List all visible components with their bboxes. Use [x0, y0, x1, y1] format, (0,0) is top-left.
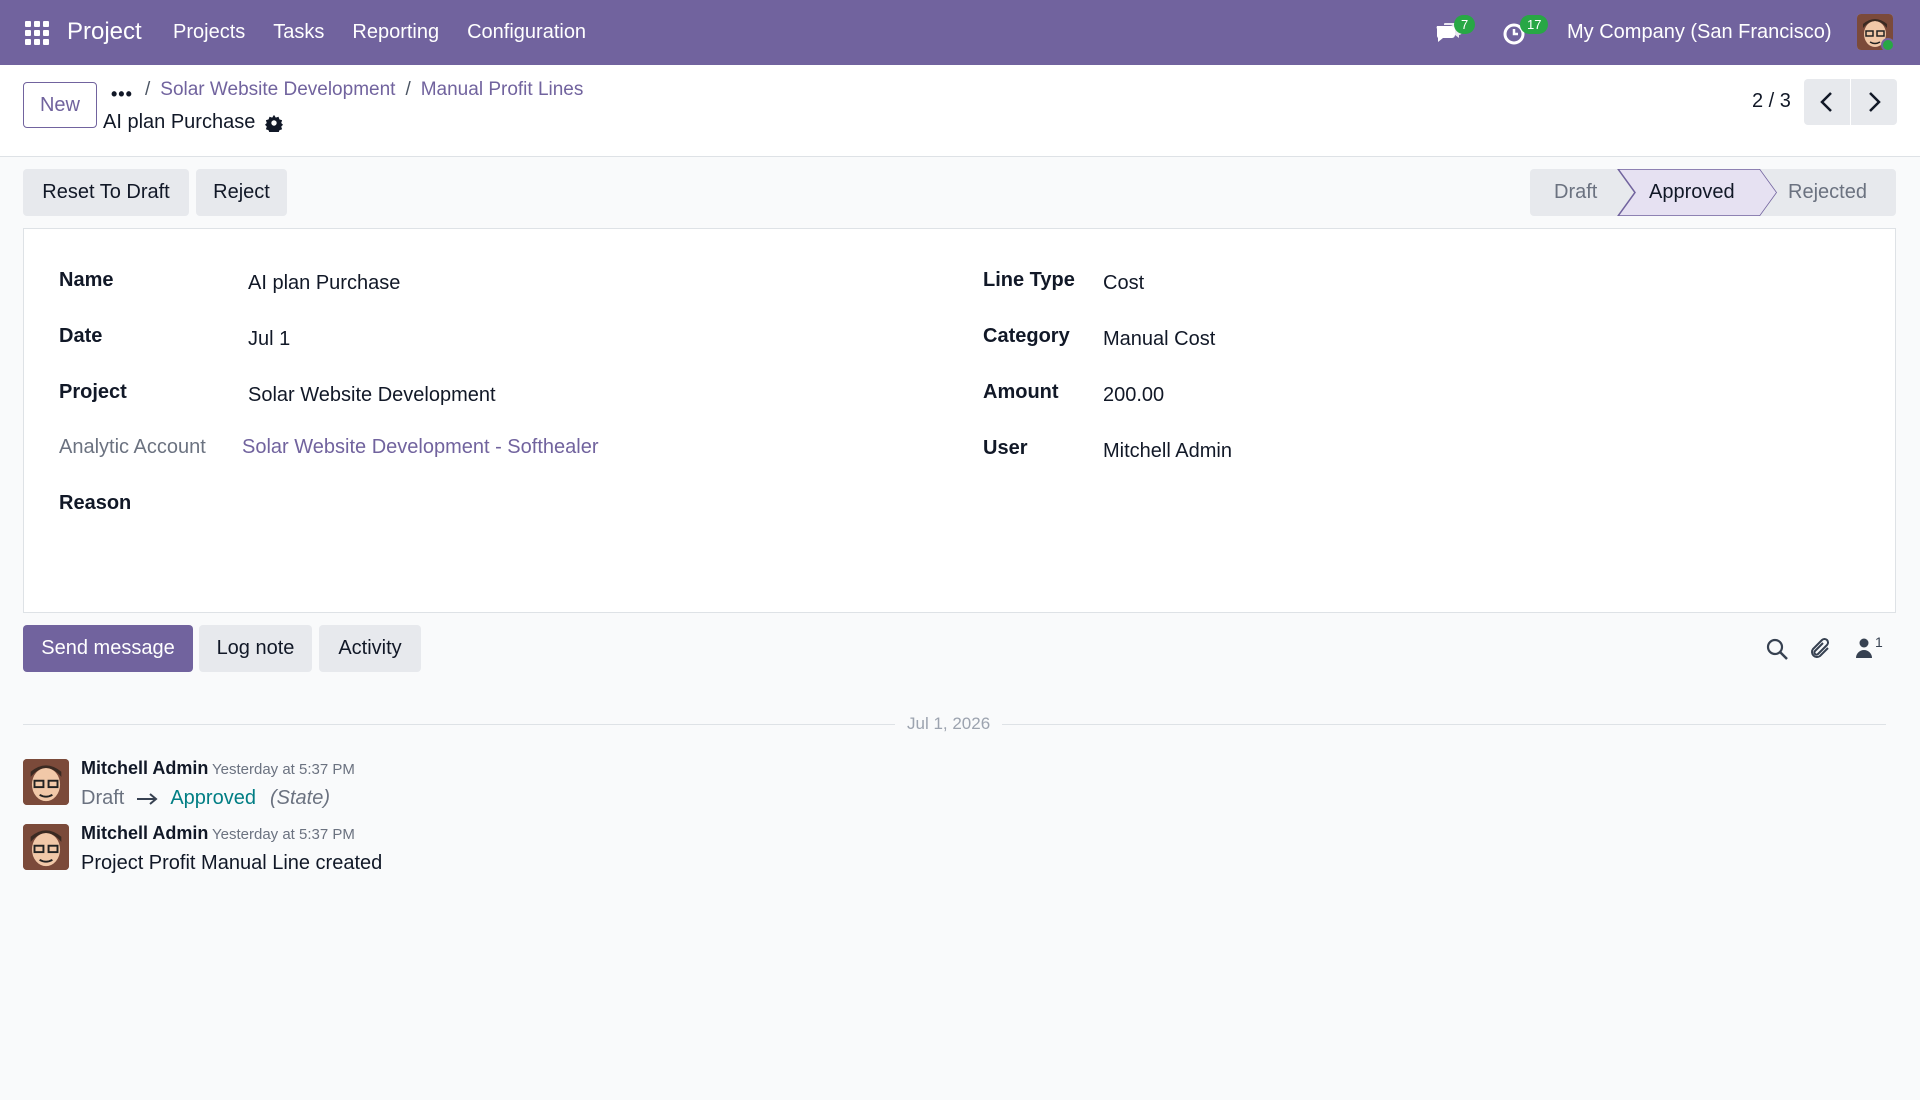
date-separator-label: Jul 1, 2026	[895, 714, 1003, 734]
menu-projects[interactable]: Projects	[173, 21, 245, 44]
date-field[interactable]: Jul 1	[248, 328, 290, 351]
control-panel: New ••• / Solar Website Development / Ma…	[0, 65, 1920, 157]
message-timestamp: Yesterday at 5:37 PM	[212, 826, 355, 843]
record-title: AI plan Purchase	[103, 111, 256, 133]
record-title-row: AI plan Purchase	[103, 111, 284, 134]
breadcrumb-separator: /	[145, 79, 151, 100]
reason-label: Reason	[59, 492, 132, 514]
activities-count-badge: 17	[1520, 15, 1549, 34]
message-body: Project Profit Manual Line created	[81, 852, 383, 874]
date-label: Date	[59, 325, 103, 347]
log-note-button[interactable]: Log note	[199, 625, 312, 672]
message-timestamp: Yesterday at 5:37 PM	[212, 761, 355, 778]
reset-to-draft-button[interactable]: Reset To Draft	[23, 169, 189, 216]
tracking-value-change: Draft Approved (State)	[81, 787, 330, 810]
chevron-left-icon	[1820, 92, 1832, 112]
message-author-name[interactable]: Mitchell Admin	[81, 758, 208, 779]
menu-reporting[interactable]: Reporting	[352, 21, 439, 44]
send-message-button[interactable]: Send message	[23, 625, 193, 672]
gear-icon[interactable]	[265, 114, 284, 132]
arrow-right-icon	[137, 792, 158, 805]
user-face-icon	[23, 824, 69, 870]
online-status-indicator	[1881, 38, 1895, 52]
activity-button[interactable]: Activity	[319, 625, 421, 672]
pager-next-button[interactable]	[1851, 79, 1897, 125]
menu-configuration[interactable]: Configuration	[467, 21, 586, 44]
tracking-field-name: (State)	[269, 787, 330, 809]
apps-menu-icon[interactable]	[25, 21, 49, 45]
paperclip-icon[interactable]	[1808, 636, 1834, 662]
name-label: Name	[59, 269, 114, 291]
company-switcher[interactable]: My Company (San Francisco)	[1567, 21, 1832, 44]
breadcrumb: / Solar Website Development / Manual Pro…	[145, 79, 583, 101]
analytic-account-label: Analytic Account	[59, 436, 206, 458]
user-label: User	[983, 437, 1028, 459]
line-type-field[interactable]: Cost	[1103, 272, 1144, 295]
search-icon[interactable]	[1764, 636, 1790, 662]
amount-field[interactable]: 200.00	[1103, 384, 1164, 407]
amount-label: Amount	[983, 381, 1059, 403]
followers-button[interactable]: 1	[1855, 634, 1883, 660]
project-field[interactable]: Solar Website Development	[248, 384, 496, 407]
messages-button[interactable]: 7	[1434, 15, 1476, 48]
stage-approved[interactable]: Approved	[1649, 181, 1735, 204]
user-face-icon	[23, 759, 69, 805]
category-label: Category	[983, 325, 1070, 347]
line-type-label: Line Type	[983, 269, 1075, 291]
activities-button[interactable]: 17	[1500, 15, 1549, 48]
form-sheet: Name AI plan Purchase Date Jul 1 Project…	[23, 228, 1896, 613]
pager-previous-button[interactable]	[1804, 79, 1850, 125]
chevron-right-icon	[1869, 92, 1881, 112]
messages-count-badge: 7	[1454, 15, 1476, 34]
new-button[interactable]: New	[23, 82, 97, 128]
reason-field[interactable]	[248, 492, 948, 552]
tracking-old-value: Draft	[81, 787, 125, 809]
message-author-name[interactable]: Mitchell Admin	[81, 823, 208, 844]
main-menu: Projects Tasks Reporting Configuration	[173, 21, 586, 44]
message-author-avatar[interactable]	[23, 759, 69, 805]
stage-rejected[interactable]: Rejected	[1788, 181, 1867, 204]
category-field[interactable]: Manual Cost	[1103, 328, 1215, 351]
top-navbar: Project Projects Tasks Reporting Configu…	[0, 0, 1920, 65]
analytic-account-link[interactable]: Solar Website Development - Softhealer	[242, 436, 598, 459]
menu-tasks[interactable]: Tasks	[273, 21, 324, 44]
followers-count: 1	[1875, 634, 1883, 650]
message-author-avatar[interactable]	[23, 824, 69, 870]
reject-button[interactable]: Reject	[196, 169, 287, 216]
app-brand[interactable]: Project	[67, 18, 142, 46]
pager-value[interactable]: 2 / 3	[1752, 90, 1791, 113]
name-field[interactable]: AI plan Purchase	[248, 272, 400, 295]
breadcrumb-separator: /	[405, 79, 411, 100]
follower-person-icon	[1856, 638, 1872, 658]
tracking-new-value: Approved	[170, 787, 256, 809]
breadcrumb-manual-profit-lines[interactable]: Manual Profit Lines	[421, 79, 584, 101]
stage-draft[interactable]: Draft	[1554, 181, 1597, 204]
breadcrumb-more-button[interactable]: •••	[111, 84, 133, 105]
project-label: Project	[59, 381, 127, 403]
user-field[interactable]: Mitchell Admin	[1103, 440, 1232, 463]
breadcrumb-project[interactable]: Solar Website Development	[160, 79, 395, 101]
